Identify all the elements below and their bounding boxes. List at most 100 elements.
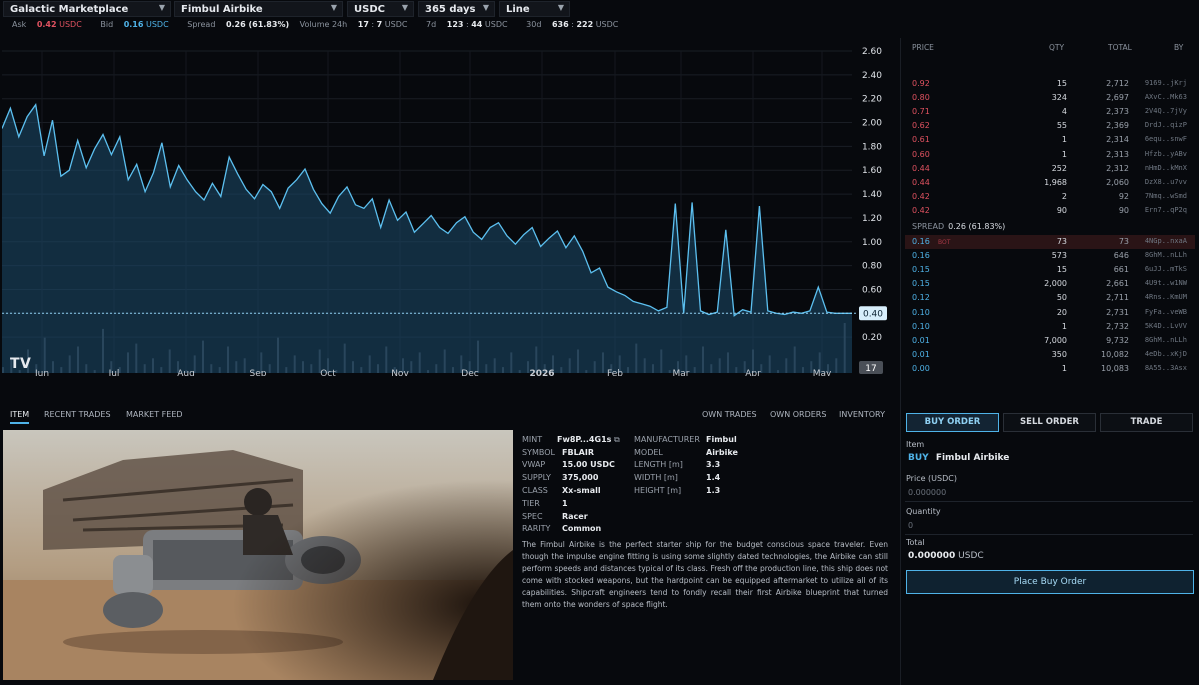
volume-axis-badge: 17 [859,361,883,374]
bid-row[interactable]: 0.10 20 2,731 FyFa..veWB [905,306,1195,320]
ask-row[interactable]: 0.80 324 2,697 AXvC..Mk63 [905,91,1195,105]
ask-by[interactable]: Hfzb..yABv [1145,150,1187,158]
chevron-down-icon: ▼ [401,3,408,12]
bid-total: 73 [1118,237,1129,246]
ask-total: 2,060 [1106,177,1129,187]
y-tick-label: 2.40 [862,71,882,81]
place-buy-order-button[interactable]: Place Buy Order [906,570,1194,594]
volume-7d-b: 44 [471,20,483,29]
volume-24h-b: 7 [376,20,383,29]
volume-axis-label: 17 [865,364,876,374]
currency-select[interactable]: USDC ▼ [347,1,414,17]
chart-type-select[interactable]: Line ▼ [499,1,570,17]
spread-value: 0.26 (61.83%) [225,20,290,29]
attr-rarity-value: Common [562,524,602,533]
ask-row[interactable]: 0.71 4 2,373 2V4Q..7jVy [905,105,1195,119]
bid-value: 0.16 [123,20,144,29]
bid-qty: 350 [1051,349,1067,359]
copy-icon[interactable]: ⧉ [614,435,620,444]
bid-row[interactable]: 0.01 7,000 9,732 8GhM..nLLh [905,334,1195,348]
bid-by[interactable]: 6uJJ..mTkS [1145,265,1187,273]
quantity-input[interactable]: 0 [908,521,913,530]
order-side: BUY [908,453,929,463]
attr-supply: SUPPLY 375,000 [522,473,598,482]
market-select[interactable]: Galactic Marketplace ▼ [3,1,171,17]
chevron-down-icon: ▼ [557,3,564,12]
tab-own-trades[interactable]: OWN TRADES [702,410,757,419]
bid-by[interactable]: 8A55..3Asx [1145,364,1187,372]
attr-symbol-label: SYMBOL [522,448,555,457]
bid-by[interactable]: 4Rns..KmUM [1145,293,1187,301]
ask-by[interactable]: DzX8..u7vv [1145,178,1187,186]
bid-by[interactable]: 5K4D..LvVV [1145,322,1187,330]
tab-own-orders[interactable]: OWN ORDERS [770,410,826,419]
ask-by[interactable]: DrdJ..qizP [1145,121,1187,129]
ask-row[interactable]: 0.42 2 92 7Nmq..wSmd [905,190,1195,204]
bid-row[interactable]: 0.10 1 2,732 5K4D..LvVV [905,320,1195,334]
ask-total: 92 [1118,191,1129,201]
col-total: TOTAL [1108,43,1132,52]
ask-by[interactable]: 2V4Q..7jVy [1145,107,1187,115]
ask-row[interactable]: 0.44 1,968 2,060 DzX8..u7vv [905,176,1195,190]
panel-divider [900,38,901,685]
ask-total: 2,314 [1106,135,1129,145]
bid-by[interactable]: 4NGp..nxaA [1145,237,1187,245]
bid-by[interactable]: FyFa..veWB [1145,308,1187,316]
price-chart[interactable]: 2.60 2.40 2.20 2.00 1.80 1.60 1.40 1.20 1.00 0.80… [2,38,890,376]
bid-qty: 573 [1051,251,1067,261]
ask-row[interactable]: 0.61 1 2,314 6equ..snwF [905,133,1195,147]
volume-30d-stat: 30d 636 : 222 USDC [526,20,619,29]
bid-row[interactable]: 0.12 50 2,711 4Rns..KmUM [905,291,1195,305]
ask-row[interactable]: 0.44 252 2,312 nHmD..kMnX [905,162,1195,176]
x-tick-label: Jul [108,369,120,376]
bid-by[interactable]: 4eDb..xKjD [1145,350,1187,358]
trade-tab[interactable]: TRADE [1100,413,1193,432]
range-select[interactable]: 365 days ▼ [418,1,495,17]
bid-row[interactable]: 0.00 1 10,083 8A55..3Asx [905,362,1195,376]
x-tick-label: Oct [320,369,336,376]
volume-24h-a: 17 [357,20,369,29]
attr-manufacturer: MANUFACTURER Fimbul [634,435,737,444]
bid-by[interactable]: 8GhM..nLLh [1145,336,1187,344]
tab-inventory[interactable]: INVENTORY [839,410,885,419]
sell-order-tab[interactable]: SELL ORDER [1003,413,1096,432]
x-tick-label: 2026 [529,369,554,376]
ask-by[interactable]: 9169..jKrj [1145,79,1187,87]
bid-row[interactable]: 0.01 350 10,082 4eDb..xKjD [905,348,1195,362]
total-label: Total [906,538,925,547]
bid-row[interactable]: 0.15 15 661 6uJJ..mTkS [905,263,1195,277]
ask-price: 0.42 [912,205,930,215]
tab-market-feed[interactable]: MARKET FEED [126,410,183,419]
ask-by[interactable]: AXvC..Mk63 [1145,93,1187,101]
ask-row[interactable]: 0.42 90 90 Ern7..qP2q [905,204,1195,218]
x-tick-label: Jun [34,369,49,376]
item-description: The Fimbul Airbike is the perfect starte… [522,540,888,610]
tradingview-logo-icon: T V [10,356,31,372]
quantity-label: Quantity [906,507,941,516]
bid-label: Bid [100,20,114,29]
range-select-value: 365 days [425,4,476,15]
bid-row[interactable]: 0.15 2,000 2,661 4U9t..w1NW [905,277,1195,291]
ask-by[interactable]: Ern7..qP2q [1145,206,1187,214]
attr-width-value: 1.4 [706,473,721,482]
bid-by[interactable]: 4U9t..w1NW [1145,279,1187,287]
ask-qty: 2 [1061,191,1067,201]
ask-by[interactable]: nHmD..kMnX [1145,164,1187,172]
item-select[interactable]: Fimbul Airbike ▼ [174,1,343,17]
ask-row[interactable]: 0.92 15 2,712 9169..jKrj [905,77,1195,91]
ask-price: 0.80 [912,93,930,103]
price-input[interactable]: 0.000000 [908,488,946,497]
tab-item[interactable]: ITEM [10,410,30,424]
bid-row[interactable]: 0.16 BOT 73 73 4NGp..nxaA [905,235,1195,249]
tab-recent-trades[interactable]: RECENT TRADES [44,410,111,419]
mint-value[interactable]: Fw8P...4G1s [557,435,611,444]
bid-qty: 73 [1056,237,1067,246]
ask-row[interactable]: 0.60 1 2,313 Hfzb..yABv [905,148,1195,162]
y-tick-label: 0.20 [862,333,882,343]
ask-by[interactable]: 7Nmq..wSmd [1145,192,1187,200]
bid-row[interactable]: 0.16 573 646 8GhM..nLLh [905,249,1195,263]
ask-row[interactable]: 0.62 55 2,369 DrdJ..qizP [905,119,1195,133]
bid-by[interactable]: 8GhM..nLLh [1145,251,1187,259]
ask-by[interactable]: 6equ..snwF [1145,135,1187,143]
buy-order-tab[interactable]: BUY ORDER [906,413,999,432]
